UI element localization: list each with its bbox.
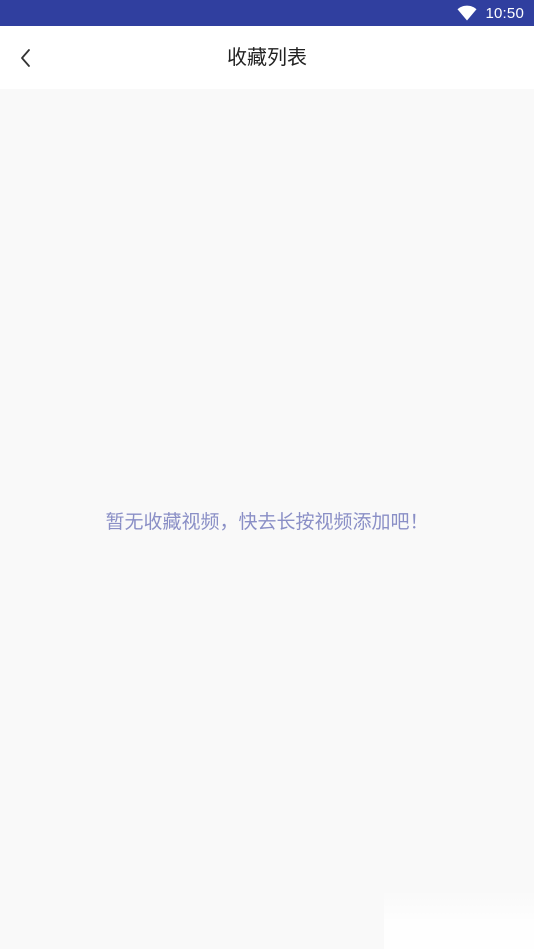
favorites-list: 暂无收藏视频，快去长按视频添加吧！ <box>0 89 534 949</box>
status-bar: 10:50 <box>0 0 534 26</box>
chevron-left-icon <box>21 49 30 67</box>
back-button[interactable] <box>8 40 44 76</box>
wifi-icon <box>457 5 477 21</box>
empty-state-message: 暂无收藏视频，快去长按视频添加吧！ <box>105 511 429 533</box>
favorites-screen: 10:50 收藏列表 暂无收藏视频，快去长按视频添加吧！ <box>0 0 534 949</box>
app-bar: 收藏列表 <box>0 26 534 89</box>
bottom-decoration <box>384 889 534 949</box>
status-time: 10:50 <box>485 4 524 22</box>
page-title: 收藏列表 <box>227 45 307 69</box>
